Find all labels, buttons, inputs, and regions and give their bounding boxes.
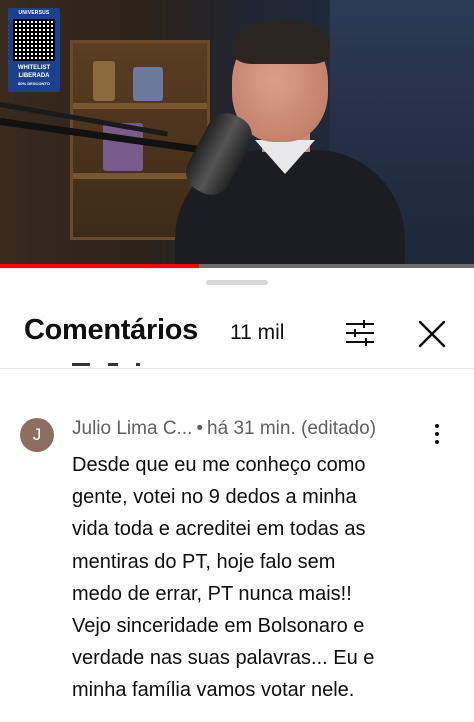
- comment-line: vida toda e acreditei em todas as: [72, 518, 366, 541]
- comment-time: há 31 min. (editado): [207, 418, 377, 439]
- qr-header: UNIVERSUS: [18, 10, 50, 16]
- meta-separator: •: [196, 418, 204, 439]
- comment-line: mentiras do PT, hoje falo sem: [72, 550, 336, 573]
- close-icon[interactable]: [414, 316, 450, 352]
- qr-line-2: LIBERADA: [18, 73, 50, 79]
- comments-count: 11 mil: [230, 321, 285, 344]
- comment-author[interactable]: Julio Lima C...: [72, 418, 192, 439]
- comments-title: Comentários: [24, 314, 198, 346]
- comment-line: medo de errar, PT nunca mais!!: [72, 582, 352, 605]
- comment-line: Desde que eu me conheço como: [72, 454, 366, 476]
- comment-line: minha família vamos votar nele.: [72, 679, 355, 702]
- person-hair: [234, 20, 330, 64]
- comments-sheet: Comentários 11 mil J Julio Lima C... • h…: [0, 268, 474, 722]
- video-player[interactable]: UNIVERSUS WHITELIST LIBERADA 80% DESCONT…: [0, 0, 474, 268]
- qr-code-icon: [13, 19, 55, 61]
- drag-handle[interactable]: [206, 280, 268, 285]
- qr-line-1: WHITELIST: [17, 65, 51, 71]
- comments-header: Comentários 11 mil: [0, 308, 474, 360]
- comment-meta: Julio Lima C... • há 31 min. (editado): [72, 418, 376, 440]
- sliders-icon[interactable]: [342, 318, 378, 348]
- sponsor-qr-overlay: UNIVERSUS WHITELIST LIBERADA 80% DESCONT…: [8, 8, 60, 92]
- header-divider: [0, 368, 474, 369]
- comment-line: verdade nas suas palavras... Eu e: [72, 647, 375, 670]
- comment-text: Desde que eu me conheço como gente, vote…: [72, 449, 432, 707]
- comment-line: gente, votei no 9 dedos a minha: [72, 486, 357, 509]
- qr-line-3: 80% DESCONTO: [18, 81, 50, 86]
- comment-line: Vejo sinceridade em Bolsonaro e: [72, 615, 365, 638]
- more-options-icon[interactable]: [430, 424, 444, 450]
- avatar[interactable]: J: [20, 418, 54, 452]
